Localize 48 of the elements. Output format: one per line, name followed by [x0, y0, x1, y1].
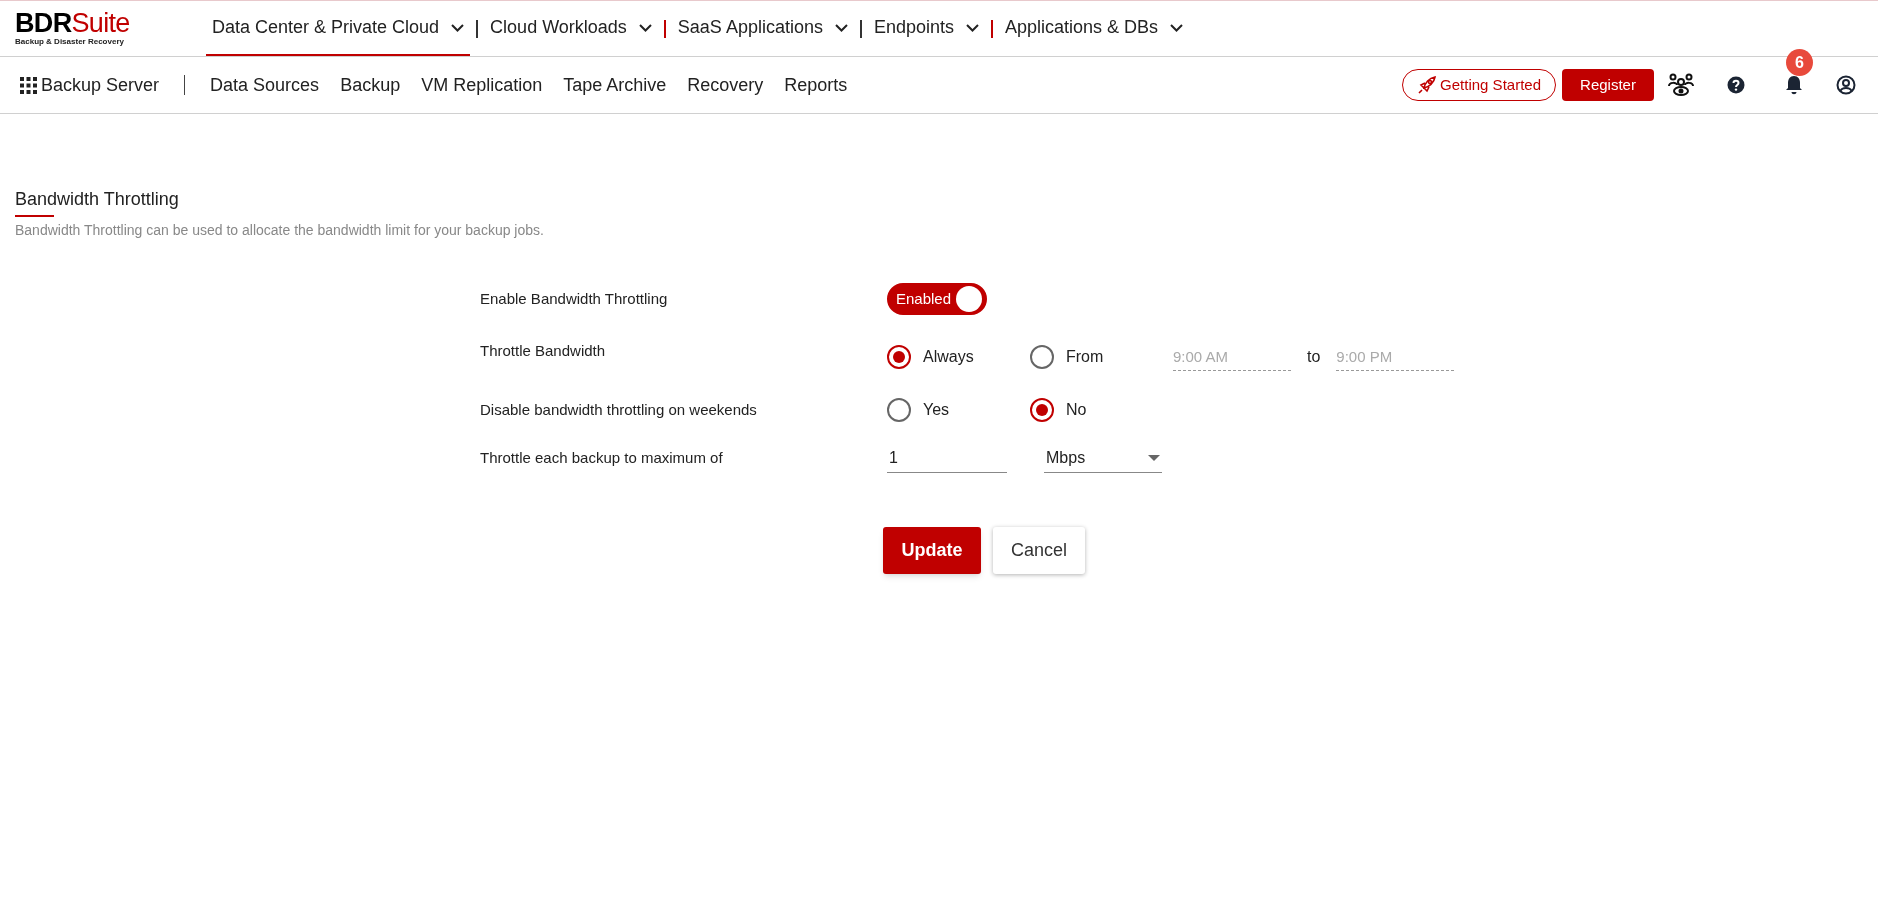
field-label: Enable Bandwidth Throttling [480, 288, 669, 309]
nav-tab[interactable]: Endpoints [867, 1, 985, 56]
menu-link[interactable]: Reports [784, 71, 848, 99]
menu-link[interactable]: Recovery [687, 71, 764, 99]
menu-link[interactable]: Data Sources [210, 71, 320, 99]
radio-button[interactable] [887, 345, 911, 369]
notification-count: 6 [1786, 49, 1813, 76]
nav-tab[interactable]: Applications & DBs [999, 1, 1190, 56]
community-icon[interactable] [1668, 73, 1694, 97]
limit-input[interactable]: 1 [887, 443, 1007, 473]
chevron-down-icon [966, 23, 979, 32]
unit-dropdown[interactable]: Mbps [1044, 443, 1162, 473]
nav-tab[interactable]: SaaS Applications [671, 1, 854, 56]
radio-label: Always [923, 347, 974, 367]
radio-button[interactable] [1030, 345, 1054, 369]
menu-link[interactable]: Backup [340, 71, 401, 99]
radio-label: No [1066, 400, 1087, 420]
caret-icon [1148, 454, 1160, 461]
nav-tab[interactable]: Data Center & Private Cloud [206, 1, 471, 56]
apps-grid-icon[interactable] [20, 76, 37, 94]
page-title: Bandwidth Throttling [15, 188, 179, 211]
chevron-down-icon [638, 23, 652, 32]
field-label: Throttle each backup to maximum of [480, 447, 724, 468]
radio-label: From [1066, 347, 1104, 367]
notification-bell-icon[interactable] [1785, 75, 1803, 95]
rocket-icon [1417, 75, 1438, 95]
update-button[interactable]: Update [883, 527, 981, 574]
field-label: Throttle Bandwidth [480, 340, 607, 361]
field-label: Disable bandwidth throttling on weekends [480, 399, 758, 420]
toggle-switch[interactable]: Enabled [887, 283, 987, 315]
page-description: Bandwidth Throttling can be used to allocate the bandwidth limit for your backup jobs. [15, 221, 545, 240]
cancel-button[interactable]: Cancel [993, 527, 1085, 574]
radio-button[interactable] [887, 398, 911, 422]
product-switcher[interactable]: Backup Server [41, 71, 160, 99]
brand-logo[interactable]: BDRSuite [15, 10, 200, 37]
menu-link[interactable]: VM Replication [421, 71, 543, 99]
nav-tab[interactable]: Cloud Workloads [484, 1, 658, 56]
register-button[interactable]: Register [1562, 69, 1654, 101]
user-account-icon[interactable] [1836, 75, 1856, 95]
help-icon[interactable] [1727, 76, 1745, 94]
chevron-down-icon [834, 23, 848, 32]
radio-button[interactable] [1030, 398, 1054, 422]
radio-label: Yes [923, 400, 950, 420]
logo-tagline: Backup & Disaster Recovery [15, 37, 125, 47]
range-separator: to [1307, 347, 1321, 367]
menu-link[interactable]: Tape Archive [563, 71, 667, 99]
chevron-down-icon [451, 23, 465, 32]
chevron-down-icon [1170, 23, 1184, 32]
